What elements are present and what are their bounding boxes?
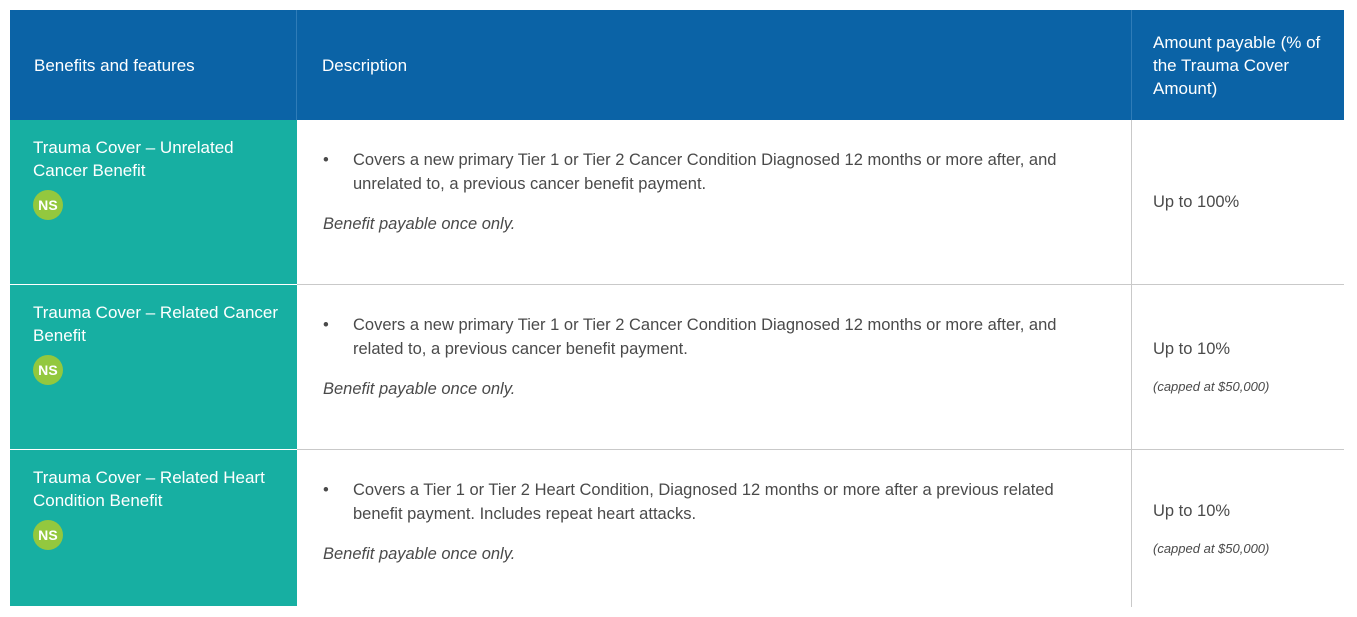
payable-note: Benefit payable once only. xyxy=(323,545,516,563)
amount-cell: Up to 100% xyxy=(1132,120,1344,285)
payable-note: Benefit payable once only. xyxy=(323,215,516,233)
amount-cell: Up to 10% (capped at $50,000) xyxy=(1132,285,1344,450)
amount-cap: (capped at $50,000) xyxy=(1153,540,1270,556)
bullet-text: Covers a Tier 1 or Tier 2 Heart Conditio… xyxy=(353,481,1054,523)
feature-cell: Trauma Cover – Unrelated Cancer Benefit … xyxy=(10,120,297,285)
amount-cap: (capped at $50,000) xyxy=(1153,379,1270,394)
amount-value: Up to 10% xyxy=(1153,501,1231,520)
description-cell: • Covers a new primary Tier 1 or Tier 2 … xyxy=(297,120,1132,285)
header-amount-payable: Amount payable (% of the Trauma Cover Am… xyxy=(1132,10,1344,120)
feature-title: Trauma Cover – Related Cancer Benefit xyxy=(33,303,279,345)
description-cell: • Covers a new primary Tier 1 or Tier 2 … xyxy=(297,285,1132,450)
benefits-table: Benefits and features Description Amount… xyxy=(10,10,1344,607)
bullet-item: • Covers a new primary Tier 1 or Tier 2 … xyxy=(323,148,1107,196)
amount-cell: Up to 10% (capped at $50,000) xyxy=(1132,450,1344,607)
amount-value: Up to 10% xyxy=(1153,340,1231,358)
feature-cell: Trauma Cover – Related Heart Condition B… xyxy=(10,450,297,607)
feature-title: Trauma Cover – Unrelated Cancer Benefit xyxy=(33,138,234,180)
feature-title: Trauma Cover – Related Heart Condition B… xyxy=(33,468,265,510)
bullet-icon: • xyxy=(323,481,329,499)
feature-cell: Trauma Cover – Related Cancer Benefit NS xyxy=(10,285,297,450)
bullet-icon: • xyxy=(323,151,329,169)
bullet-text: Covers a new primary Tier 1 or Tier 2 Ca… xyxy=(353,316,1057,358)
bullet-item: • Covers a Tier 1 or Tier 2 Heart Condit… xyxy=(323,478,1107,526)
header-description: Description xyxy=(297,10,1132,120)
ns-badge: NS xyxy=(33,520,63,550)
bullet-icon: • xyxy=(323,316,329,334)
header-benefits-features: Benefits and features xyxy=(10,10,297,120)
bullet-item: • Covers a new primary Tier 1 or Tier 2 … xyxy=(323,313,1107,361)
payable-note: Benefit payable once only. xyxy=(323,380,516,398)
ns-badge: NS xyxy=(33,190,63,220)
description-cell: • Covers a Tier 1 or Tier 2 Heart Condit… xyxy=(297,450,1132,607)
ns-badge: NS xyxy=(33,355,63,385)
amount-value: Up to 100% xyxy=(1153,192,1240,211)
bullet-text: Covers a new primary Tier 1 or Tier 2 Ca… xyxy=(353,151,1057,193)
